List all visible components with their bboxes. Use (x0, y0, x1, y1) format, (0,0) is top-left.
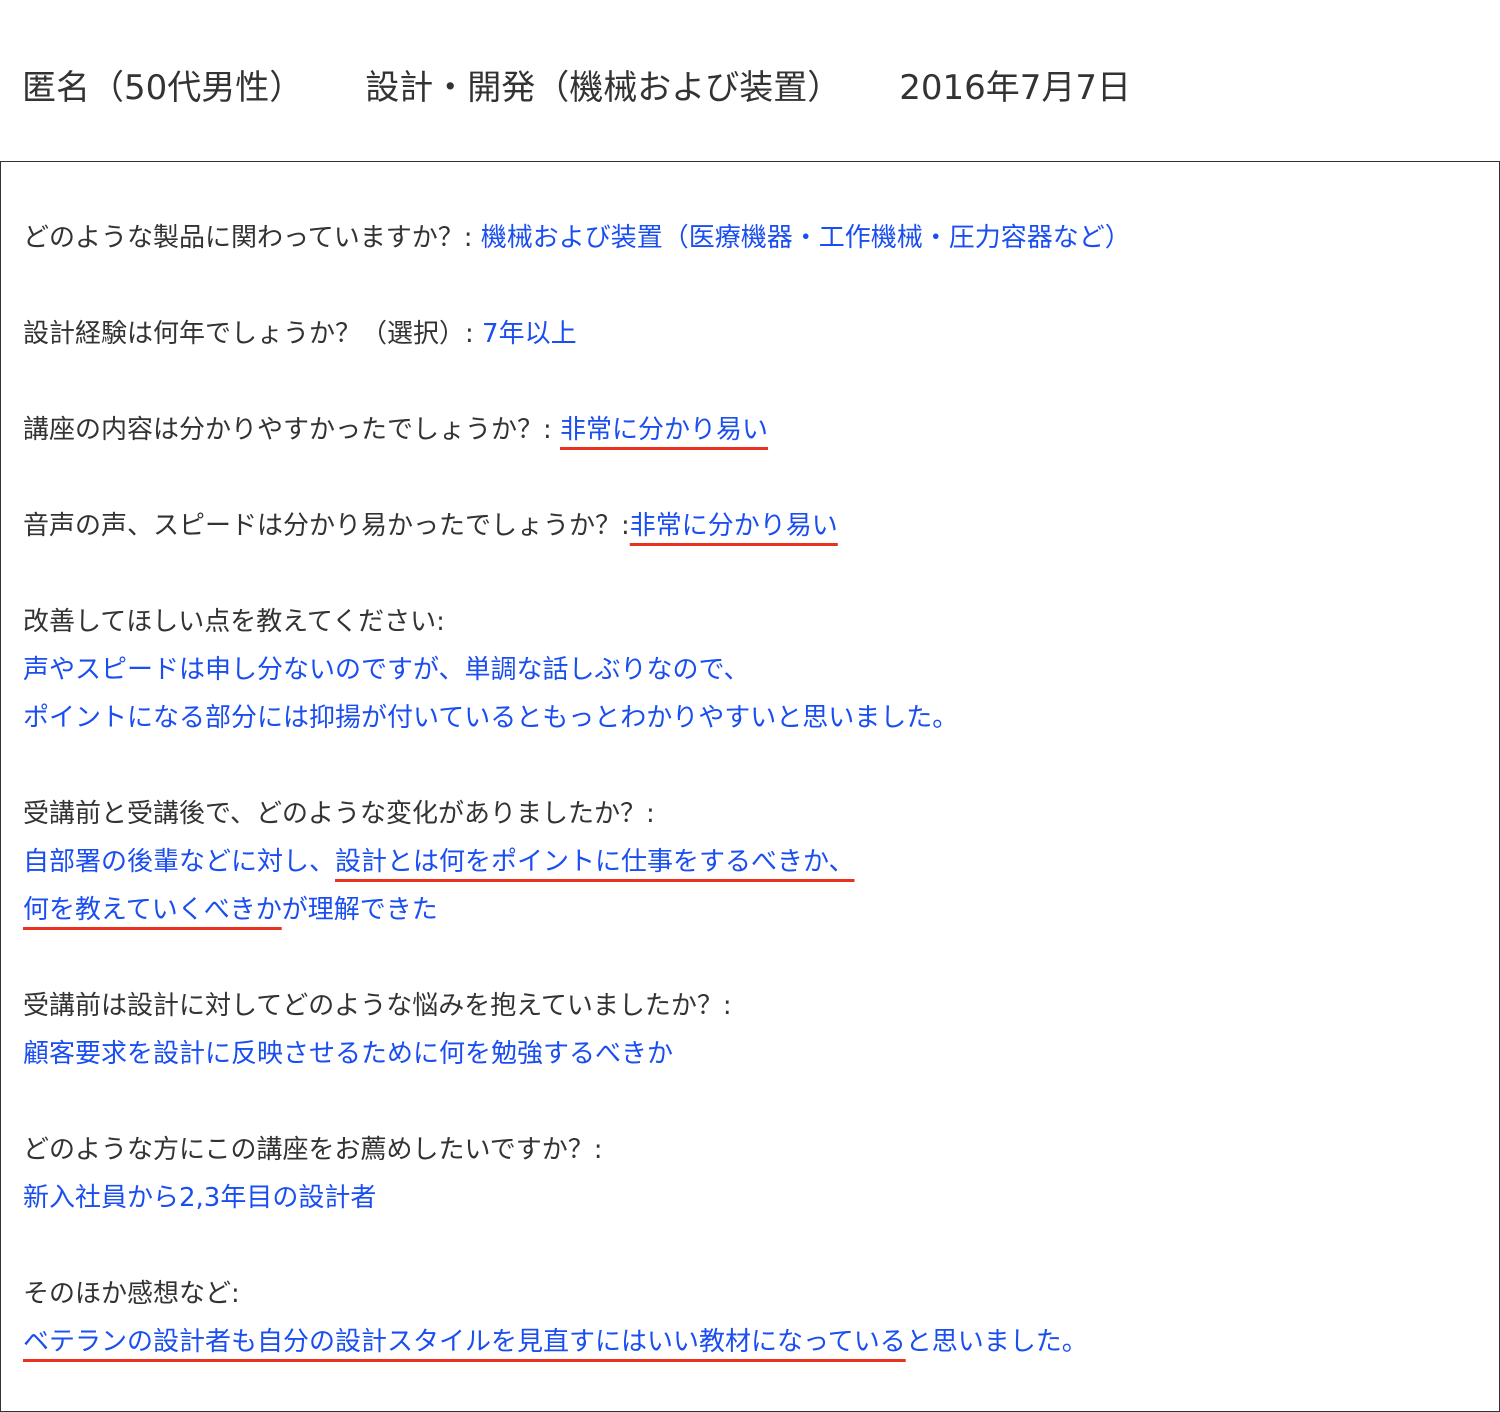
qa-content: 講座の内容は分かりやすかったでしょうか？: 非常に分かり易い (23, 413, 768, 447)
qa-improve-question: 改善してほしい点を教えてください: (23, 605, 445, 639)
qa-change-answer-2: 何を教えていくべきかが理解できた (23, 893, 438, 927)
answer-improve-line1: 声やスピードは申し分ないのですが、単調な話しぶりなので、 (23, 655, 750, 685)
question-change: 受講前と受講後で、どのような変化がありましたか？: (23, 799, 655, 829)
answer-change-line2-highlight: 何を教えていくべきか (23, 895, 282, 925)
qa-change-question: 受講前と受講後で、どのような変化がありましたか？: (23, 797, 655, 831)
answer-improve-line2: ポイントになる部分には抑揚が付いているともっとわかりやすいと思いました。 (23, 703, 959, 733)
qa-improve-answer-1: 声やスピードは申し分ないのですが、単調な話しぶりなので、 (23, 653, 749, 687)
question-improve: 改善してほしい点を教えてください: (23, 607, 445, 637)
qa-recommend-answer: 新入社員から2,3年目の設計者 (23, 1181, 376, 1215)
answer-recommend: 新入社員から2,3年目の設計者 (23, 1183, 377, 1213)
qa-concern-question: 受講前は設計に対してどのような悩みを抱えていましたか？: (23, 989, 732, 1023)
answer-change-line1-plain: 自部署の後輩などに対し、 (23, 847, 336, 877)
answer-content: 非常に分かり易い (560, 415, 769, 445)
answer-audio: 非常に分かり易い (629, 511, 838, 541)
reviewer-category: 設計・開発（機械および装置） (365, 67, 842, 108)
review-card: どのような製品に関わっていますか？: 機械および装置（医療機器・工作機械・圧力容… (0, 161, 1500, 1412)
qa-recommend-question: どのような方にこの講座をお薦めしたいですか？: (23, 1133, 602, 1167)
question-products: どのような製品に関わっていますか？: (23, 223, 481, 253)
answer-other-highlight: ベテランの設計者も自分の設計スタイルを見直すにはいい教材になっている (23, 1327, 906, 1357)
qa-other-answer: ベテランの設計者も自分の設計スタイルを見直すにはいい教材になっていると思いました… (23, 1325, 1088, 1359)
review-header: 匿名（50代男性） 設計・開発（機械および装置） 2016年7月7日 (22, 58, 1131, 110)
qa-concern-answer: 顧客要求を設計に反映させるために何を勉強するべきか (23, 1037, 673, 1071)
qa-products: どのような製品に関わっていますか？: 機械および装置（医療機器・工作機械・圧力容… (23, 221, 1131, 255)
answer-change-line2-plain: が理解できた (281, 895, 438, 925)
review-date: 2016年7月7日 (899, 67, 1132, 108)
question-concern: 受講前は設計に対してどのような悩みを抱えていましたか？: (23, 991, 732, 1021)
answer-concern: 顧客要求を設計に反映させるために何を勉強するべきか (23, 1039, 674, 1069)
question-experience: 設計経験は何年でしょうか？（選択）: (23, 319, 483, 349)
question-audio: 音声の声、スピードは分かり易かったでしょうか？: (23, 511, 630, 541)
qa-improve-answer-2: ポイントになる部分には抑揚が付いているともっとわかりやすいと思いました。 (23, 701, 958, 735)
answer-products: 機械および装置（医療機器・工作機械・圧力容器など） (480, 223, 1131, 253)
reviewer-name: 匿名（50代男性） (22, 67, 304, 108)
qa-audio: 音声の声、スピードは分かり易かったでしょうか？:非常に分かり易い (23, 509, 838, 543)
question-content: 講座の内容は分かりやすかったでしょうか？: (23, 415, 561, 445)
answer-change-line1-highlight: 設計とは何をポイントに仕事をするべきか、 (335, 847, 855, 877)
qa-other-question: そのほか感想など: (23, 1277, 240, 1311)
qa-change-answer-1: 自部署の後輩などに対し、設計とは何をポイントに仕事をするべきか、 (23, 845, 855, 879)
answer-experience: 7年以上 (482, 319, 577, 349)
question-recommend: どのような方にこの講座をお薦めしたいですか？: (23, 1135, 603, 1165)
qa-experience: 設計経験は何年でしょうか？（選択）: 7年以上 (23, 317, 577, 351)
question-other: そのほか感想など: (23, 1279, 240, 1309)
answer-other-plain: と思いました。 (905, 1327, 1088, 1357)
